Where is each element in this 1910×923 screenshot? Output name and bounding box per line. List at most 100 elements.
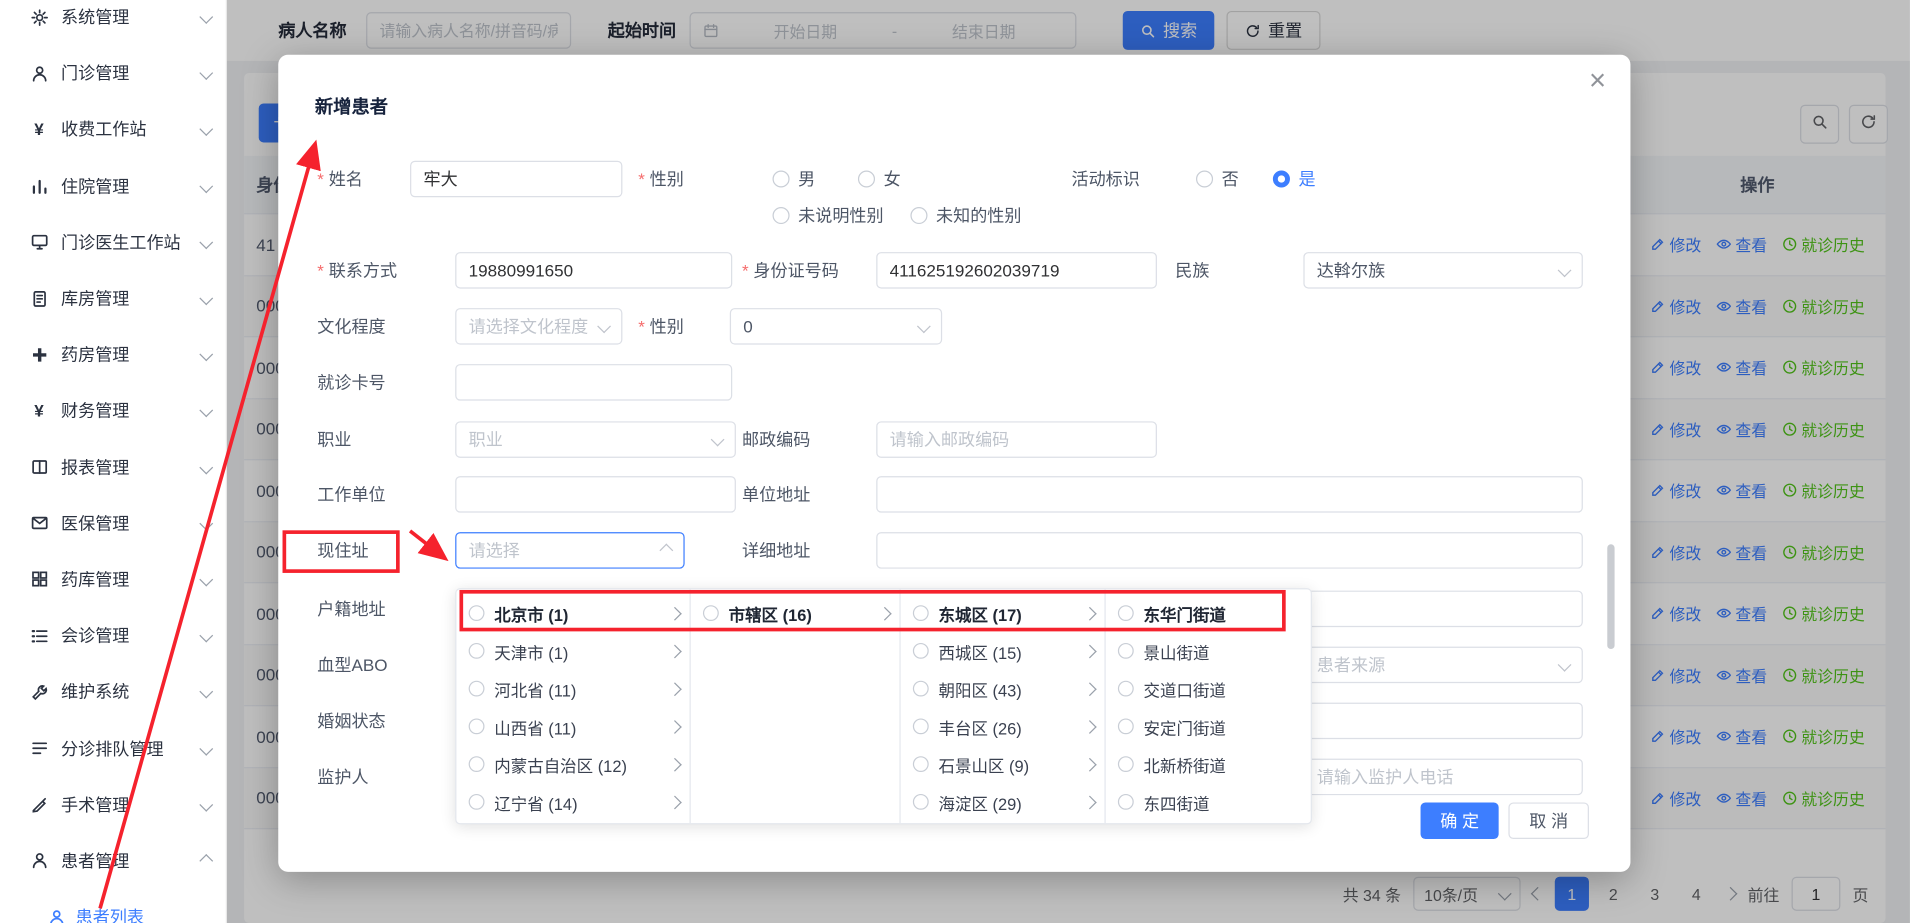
cascader-option[interactable]: 丰台区 (26) bbox=[901, 707, 1105, 745]
chevron-down-icon bbox=[199, 10, 213, 24]
active-flag-option-no[interactable]: 否 bbox=[1196, 161, 1239, 198]
detail-address-input[interactable] bbox=[876, 532, 1583, 569]
g ender-option-unspecified[interactable]: 未说明性别 bbox=[773, 203, 884, 227]
chevron-right-icon bbox=[878, 606, 892, 620]
close-icon[interactable]: × bbox=[1589, 67, 1606, 96]
cascader-option[interactable]: 西城区 (15) bbox=[901, 632, 1105, 670]
cascader-option[interactable]: 山西省 (11) bbox=[456, 707, 689, 745]
radio-icon bbox=[1118, 605, 1134, 621]
chevron-right-icon bbox=[1083, 682, 1097, 696]
sidebar-item-pharmacy-management[interactable]: 药房管理 bbox=[0, 326, 226, 382]
chevron-down-icon bbox=[199, 348, 213, 362]
cascader-option[interactable]: 内蒙古自治区 (12) bbox=[456, 745, 689, 783]
cascader-option[interactable]: 东四街道 bbox=[1106, 783, 1312, 821]
chevron-down-icon bbox=[199, 798, 213, 812]
cascader-option[interactable]: 石景山区 (9) bbox=[901, 745, 1105, 783]
name-input[interactable] bbox=[410, 161, 622, 198]
sidebar-item-finance-management[interactable]: ¥ 财务管理 bbox=[0, 383, 226, 439]
postal-code-input[interactable] bbox=[876, 421, 1157, 458]
ethnicity-select[interactable]: 达斡尔族 bbox=[1303, 252, 1582, 289]
monitor-icon bbox=[29, 232, 49, 251]
household-address-label: 户籍地址 bbox=[317, 591, 385, 628]
chevron-down-icon bbox=[199, 741, 213, 755]
radio-checked-icon bbox=[1273, 170, 1290, 187]
unit-address-label: 单位地址 bbox=[742, 476, 810, 513]
medical-cross-icon bbox=[29, 345, 49, 364]
chevron-down-icon bbox=[1558, 658, 1572, 672]
visit-card-input[interactable] bbox=[455, 364, 732, 401]
sidebar-item-label: 手术管理 bbox=[61, 792, 189, 816]
radio-icon bbox=[773, 170, 790, 187]
sidebar-item-maintenance-system[interactable]: 维护系统 bbox=[0, 664, 226, 720]
cascader-option[interactable]: 朝阳区 (43) bbox=[901, 670, 1105, 708]
gender2-select[interactable]: 0 bbox=[730, 308, 942, 345]
cascader-option[interactable]: 市辖区 (16) bbox=[691, 594, 900, 632]
select-value: 0 bbox=[743, 317, 753, 336]
sidebar-item-triage-queue-management[interactable]: 分诊排队管理 bbox=[0, 720, 226, 776]
cascader-option[interactable]: 北京市 (1) bbox=[456, 594, 689, 632]
cascader-option[interactable]: 交道口街道 bbox=[1106, 670, 1312, 708]
sidebar-item-inpatient-management[interactable]: 住院管理 bbox=[0, 158, 226, 214]
modal-scrollbar[interactable] bbox=[1607, 544, 1614, 649]
chevron-right-icon bbox=[668, 795, 682, 809]
list-icon bbox=[29, 626, 49, 645]
sidebar-item-doctor-workstation[interactable]: 门诊医生工作站 bbox=[0, 214, 226, 270]
radio-label: 是 bbox=[1299, 167, 1316, 191]
envelope-icon bbox=[29, 514, 49, 533]
sidebar-item-warehouse-management[interactable]: 库房管理 bbox=[0, 270, 226, 326]
sidebar-item-patient-management[interactable]: 患者管理 bbox=[0, 833, 226, 889]
guardian-phone-input[interactable] bbox=[1303, 759, 1582, 796]
radio-label: 未知的性别 bbox=[936, 203, 1021, 227]
cascader-option[interactable]: 北新桥街道 bbox=[1106, 745, 1312, 783]
radio-icon bbox=[913, 681, 929, 697]
confirm-button[interactable]: 确 定 bbox=[1421, 802, 1499, 839]
cascader-option[interactable]: 辽宁省 (14) bbox=[456, 783, 689, 821]
chevron-right-icon bbox=[1083, 795, 1097, 809]
occupation-select[interactable]: 职业 bbox=[455, 421, 736, 458]
sidebar-item-charging-workstation[interactable]: ¥ 收费工作站 bbox=[0, 102, 226, 158]
id-number-input[interactable] bbox=[876, 252, 1157, 289]
active-flag-option-yes[interactable]: 是 bbox=[1273, 161, 1316, 198]
sidebar-item-outpatient-management[interactable]: 门诊管理 bbox=[0, 45, 226, 101]
sidebar-item-system-management[interactable]: 系统管理 bbox=[0, 0, 226, 45]
sidebar-item-report-management[interactable]: 报表管理 bbox=[0, 439, 226, 495]
unit-address-input[interactable] bbox=[876, 476, 1583, 513]
cascader-option[interactable]: 安定门街道 bbox=[1106, 707, 1312, 745]
cancel-button[interactable]: 取 消 bbox=[1509, 802, 1589, 839]
education-select[interactable]: 请选择文化程度 bbox=[455, 308, 622, 345]
gender-option-unknown[interactable]: 未知的性别 bbox=[910, 203, 1021, 227]
household-row-input[interactable] bbox=[1303, 591, 1582, 628]
sidebar-item-patient-list[interactable]: 患者列表 bbox=[0, 889, 226, 923]
cascader-option[interactable]: 河北省 (11) bbox=[456, 670, 689, 708]
sidebar-item-insurance-management[interactable]: 医保管理 bbox=[0, 495, 226, 551]
cascader-option[interactable]: 东城区 (17) bbox=[901, 594, 1105, 632]
cascader-option[interactable]: 东华门街道 bbox=[1106, 594, 1312, 632]
patient-source-select[interactable]: 患者来源 bbox=[1303, 647, 1582, 684]
address-cascader-dropdown: 北京市 (1)天津市 (1)河北省 (11)山西省 (11)内蒙古自治区 (12… bbox=[455, 588, 1312, 824]
gear-icon bbox=[29, 7, 49, 26]
radio-icon bbox=[913, 794, 929, 810]
chevron-right-icon bbox=[1083, 644, 1097, 658]
cascader-option[interactable]: 景山街道 bbox=[1106, 632, 1312, 670]
gender-option-female[interactable]: 女 bbox=[858, 161, 901, 198]
chevron-down-icon bbox=[711, 433, 725, 447]
gender-option-male[interactable]: 男 bbox=[773, 161, 816, 198]
contact-input[interactable] bbox=[455, 252, 732, 289]
sidebar-item-surgery-management[interactable]: 手术管理 bbox=[0, 776, 226, 832]
chevron-right-icon bbox=[668, 757, 682, 771]
work-unit-input[interactable] bbox=[455, 476, 736, 513]
sidebar-item-consultation-management[interactable]: 会诊管理 bbox=[0, 608, 226, 664]
sidebar-item-label: 维护系统 bbox=[61, 680, 189, 704]
chevron-down-icon bbox=[597, 319, 611, 333]
radio-icon bbox=[469, 718, 485, 734]
modal-title: 新增患者 bbox=[315, 94, 388, 120]
radio-icon bbox=[1196, 170, 1213, 187]
cascader-option[interactable]: 天津市 (1) bbox=[456, 632, 689, 670]
chevron-right-icon bbox=[668, 682, 682, 696]
current-address-select[interactable]: 请选择 bbox=[455, 532, 684, 569]
sidebar-item-label: 门诊医生工作站 bbox=[61, 230, 189, 254]
sidebar-item-drug-storage-management[interactable]: 药库管理 bbox=[0, 551, 226, 607]
contact-label: 联系方式 bbox=[317, 252, 397, 289]
marital-row-input[interactable] bbox=[1303, 703, 1582, 740]
cascader-option[interactable]: 海淀区 (29) bbox=[901, 783, 1105, 821]
